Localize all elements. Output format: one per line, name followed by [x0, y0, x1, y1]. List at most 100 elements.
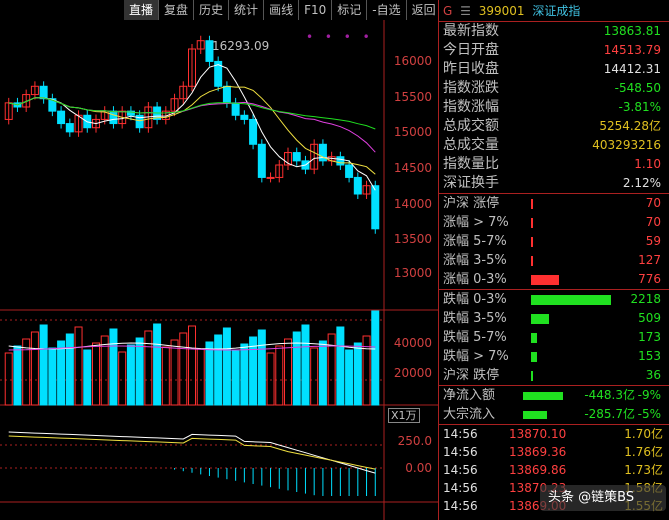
flow-percent: -5% [637, 407, 661, 421]
volume-bar [161, 346, 170, 406]
advance-bar [531, 237, 533, 247]
panel-title: G ☰ 399001 深证成指 [439, 0, 669, 22]
quote-value: 14412.31 [603, 62, 661, 76]
tick-volume: 1.76亿 [624, 445, 663, 459]
indicator-tick: 250.0 [397, 434, 432, 448]
price-tick: 13000 [393, 266, 432, 280]
quote-panel: G ☰ 399001 深证成指 最新指数 13863.81 今日开盘 14513.79… [438, 0, 669, 520]
candle-body [353, 176, 362, 195]
quote-label: 深证换手 [443, 175, 499, 191]
decline-count: 509 [638, 311, 661, 325]
quote-row: 总成交量 403293216 [439, 136, 669, 155]
advance-count: 59 [645, 234, 661, 248]
volume-unit-label: X1万 [388, 408, 420, 423]
toolbar-button[interactable]: 历史 [194, 0, 230, 20]
quote-value: -3.81% [618, 100, 661, 114]
quote-label: 昨日收盘 [443, 61, 499, 77]
decline-label: 跌幅 5-7% [443, 330, 507, 345]
indicator-tick: 0.00 [405, 461, 432, 475]
volume-bar [92, 342, 100, 406]
advance-count: 127 [638, 253, 661, 267]
tick-row: 14:56 13870.10 1.70亿 [439, 425, 669, 443]
tick-row: 14:56 13869.86 1.73亿 [439, 461, 669, 479]
candle-body [249, 118, 258, 145]
decline-bar [531, 314, 549, 324]
flow-label: 大宗流入 [443, 407, 496, 422]
candle-body [257, 143, 266, 178]
quote-row: 指数涨幅 -3.81% [439, 98, 669, 117]
volume-bar [231, 350, 240, 406]
volume-bar [144, 330, 153, 406]
volume-bar [240, 343, 249, 406]
quote-rows: 最新指数 13863.81 今日开盘 14513.79 昨日收盘 14412.31 指数涨跌… [439, 22, 669, 193]
advance-label: 涨幅 0-3% [443, 272, 507, 287]
quote-row: 指数量比 1.10 [439, 155, 669, 174]
advance-label: 沪深 涨停 [443, 196, 500, 211]
advance-count: 70 [645, 196, 661, 210]
quote-value: 2.12% [622, 176, 661, 190]
quote-label: 指数涨跌 [443, 80, 499, 96]
decline-row: 跌幅 > 7% 153 [439, 347, 669, 366]
menu-icon[interactable]: ☰ [460, 4, 471, 18]
price-tick: 14500 [393, 161, 432, 175]
decline-bar [531, 371, 533, 381]
flow-percent: -9% [637, 388, 661, 402]
advance-rows: 沪深 涨停 70 涨幅 > 7% 70 涨幅 5-7% 59 涨幅 3-5% 127 涨幅 0-… [439, 194, 669, 289]
quote-label: 指数量比 [443, 156, 499, 172]
decline-row: 跌幅 3-5% 509 [439, 309, 669, 328]
volume-tick: 40000 [393, 336, 432, 350]
volume-bar [30, 331, 39, 406]
volume-bar [336, 326, 345, 406]
decline-row: 跌幅 0-3% 2218 [439, 290, 669, 309]
toolbar-button[interactable]: 画线 [264, 0, 300, 20]
quote-value: 1.10 [634, 157, 661, 171]
tick-volume: 1.70亿 [624, 427, 663, 441]
toolbar-button[interactable]: 标记 [332, 0, 368, 20]
indicator-line [8, 435, 376, 470]
kline-chart[interactable]: • • • • 16293.09 16000 15500 15000 14500… [0, 20, 438, 520]
quote-row: 指数涨跌 -548.50 [439, 79, 669, 98]
volume-bar [275, 345, 284, 406]
quote-value: 5254.28亿 [599, 119, 661, 133]
flow-bar [523, 392, 563, 400]
flow-rows: 净流入额 -448.3亿 -9% 大宗流入 -285.7亿 -5% [439, 386, 669, 424]
toolbar-button[interactable]: 直播 [124, 0, 160, 20]
decline-label: 跌幅 > 7% [443, 349, 509, 364]
candle-body [39, 85, 48, 100]
price-tick: 16000 [393, 54, 432, 68]
decline-bar [531, 333, 537, 343]
toolbar-button[interactable]: 复盘 [159, 0, 195, 20]
volume-bar [266, 352, 275, 406]
volume-bar [48, 347, 57, 406]
candle-body [266, 176, 275, 179]
volume-bar [74, 326, 83, 406]
tick-price: 13869.36 [509, 445, 567, 459]
tick-time: 14:56 [443, 427, 478, 441]
candle-body [240, 114, 249, 120]
decline-bar [531, 352, 537, 362]
advance-row: 涨幅 3-5% 127 [439, 251, 669, 270]
volume-bar [371, 310, 380, 406]
decline-rows: 跌幅 0-3% 2218 跌幅 3-5% 509 跌幅 5-7% 173 跌幅 > 7% 15… [439, 290, 669, 385]
advance-row: 涨幅 > 7% 70 [439, 213, 669, 232]
volume-bar [353, 342, 362, 406]
toolbar-button[interactable]: 返回 [407, 0, 442, 20]
quote-value: 403293216 [592, 138, 661, 152]
index-name: 深证成指 [532, 4, 581, 18]
candle-body [65, 123, 74, 133]
decline-count: 2218 [630, 292, 661, 306]
volume-bar [22, 338, 31, 406]
candle-body [345, 164, 354, 178]
volume-bar [196, 348, 205, 406]
group-icon[interactable]: G [443, 4, 452, 18]
toolbar-button[interactable]: F10 [299, 0, 333, 20]
toolbar-button[interactable]: -自选 [367, 0, 407, 20]
decline-row: 跌幅 5-7% 173 [439, 328, 669, 347]
toolbar-button[interactable]: 统计 [229, 0, 265, 20]
volume-bar [345, 349, 354, 406]
volume-bar [57, 340, 66, 406]
decline-count: 173 [638, 330, 661, 344]
high-price-label: 16293.09 [212, 39, 270, 53]
tick-price: 13870.10 [509, 427, 567, 441]
decline-count: 153 [638, 349, 661, 363]
